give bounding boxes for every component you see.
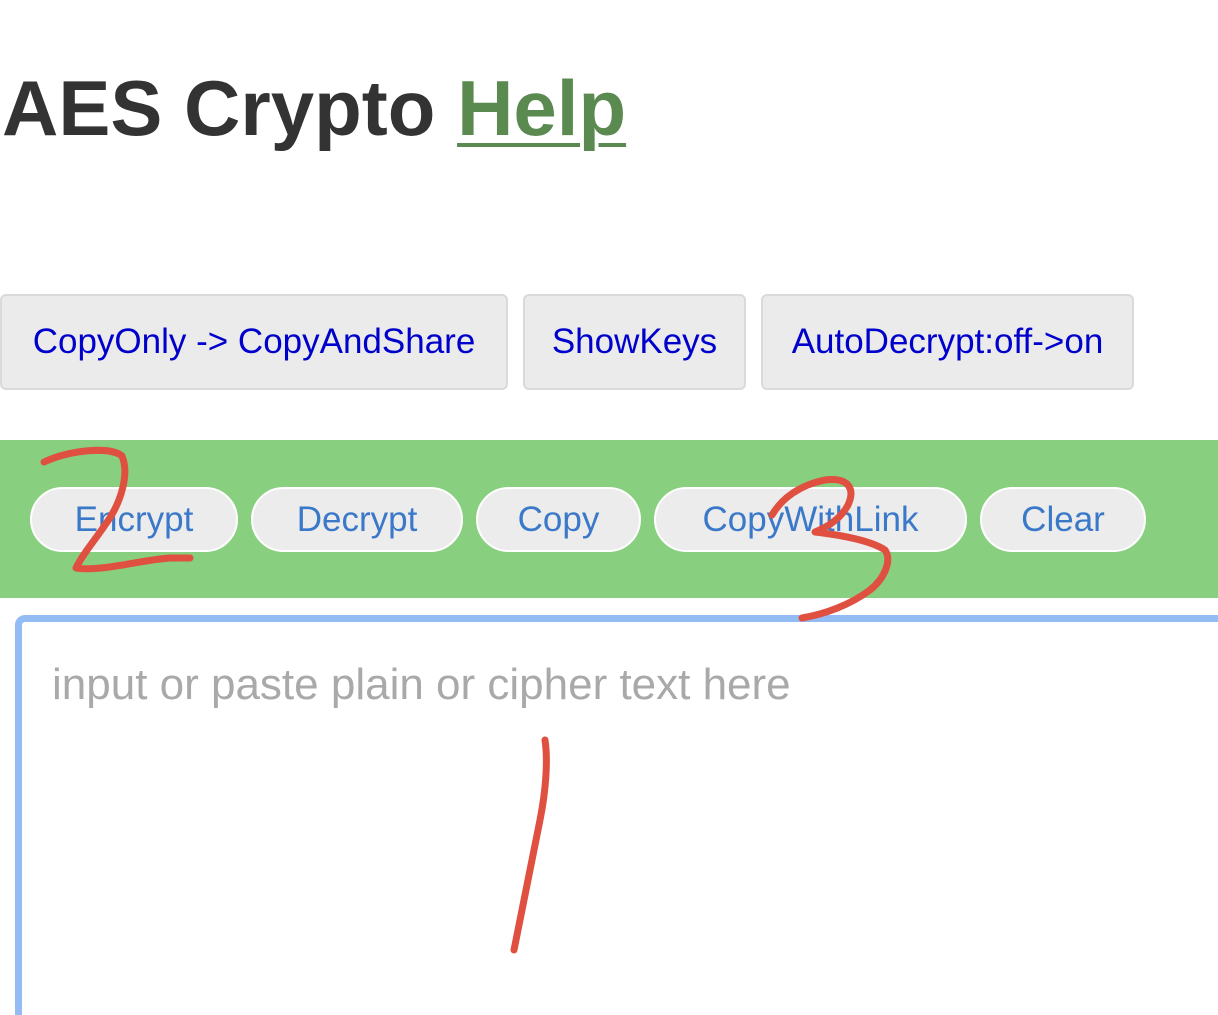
clear-button[interactable]: Clear: [980, 487, 1146, 552]
text-input-frame: [15, 615, 1218, 1015]
decrypt-button[interactable]: Decrypt: [251, 487, 463, 552]
action-toolbar: Encrypt Decrypt Copy CopyWithLink Clear: [0, 440, 1218, 598]
auto-decrypt-toggle-button[interactable]: AutoDecrypt:off->on: [761, 294, 1134, 390]
app-title: AES Crypto: [2, 64, 436, 152]
copy-mode-toggle-button[interactable]: CopyOnly -> CopyAndShare: [0, 294, 508, 390]
copy-with-link-button[interactable]: CopyWithLink: [654, 487, 967, 552]
page-title: AES Crypto Help: [2, 62, 626, 156]
show-keys-button[interactable]: ShowKeys: [523, 294, 746, 390]
help-link[interactable]: Help: [457, 64, 626, 152]
copy-button[interactable]: Copy: [476, 487, 641, 552]
encrypt-button[interactable]: Encrypt: [30, 487, 238, 552]
text-input[interactable]: [22, 622, 1218, 1015]
